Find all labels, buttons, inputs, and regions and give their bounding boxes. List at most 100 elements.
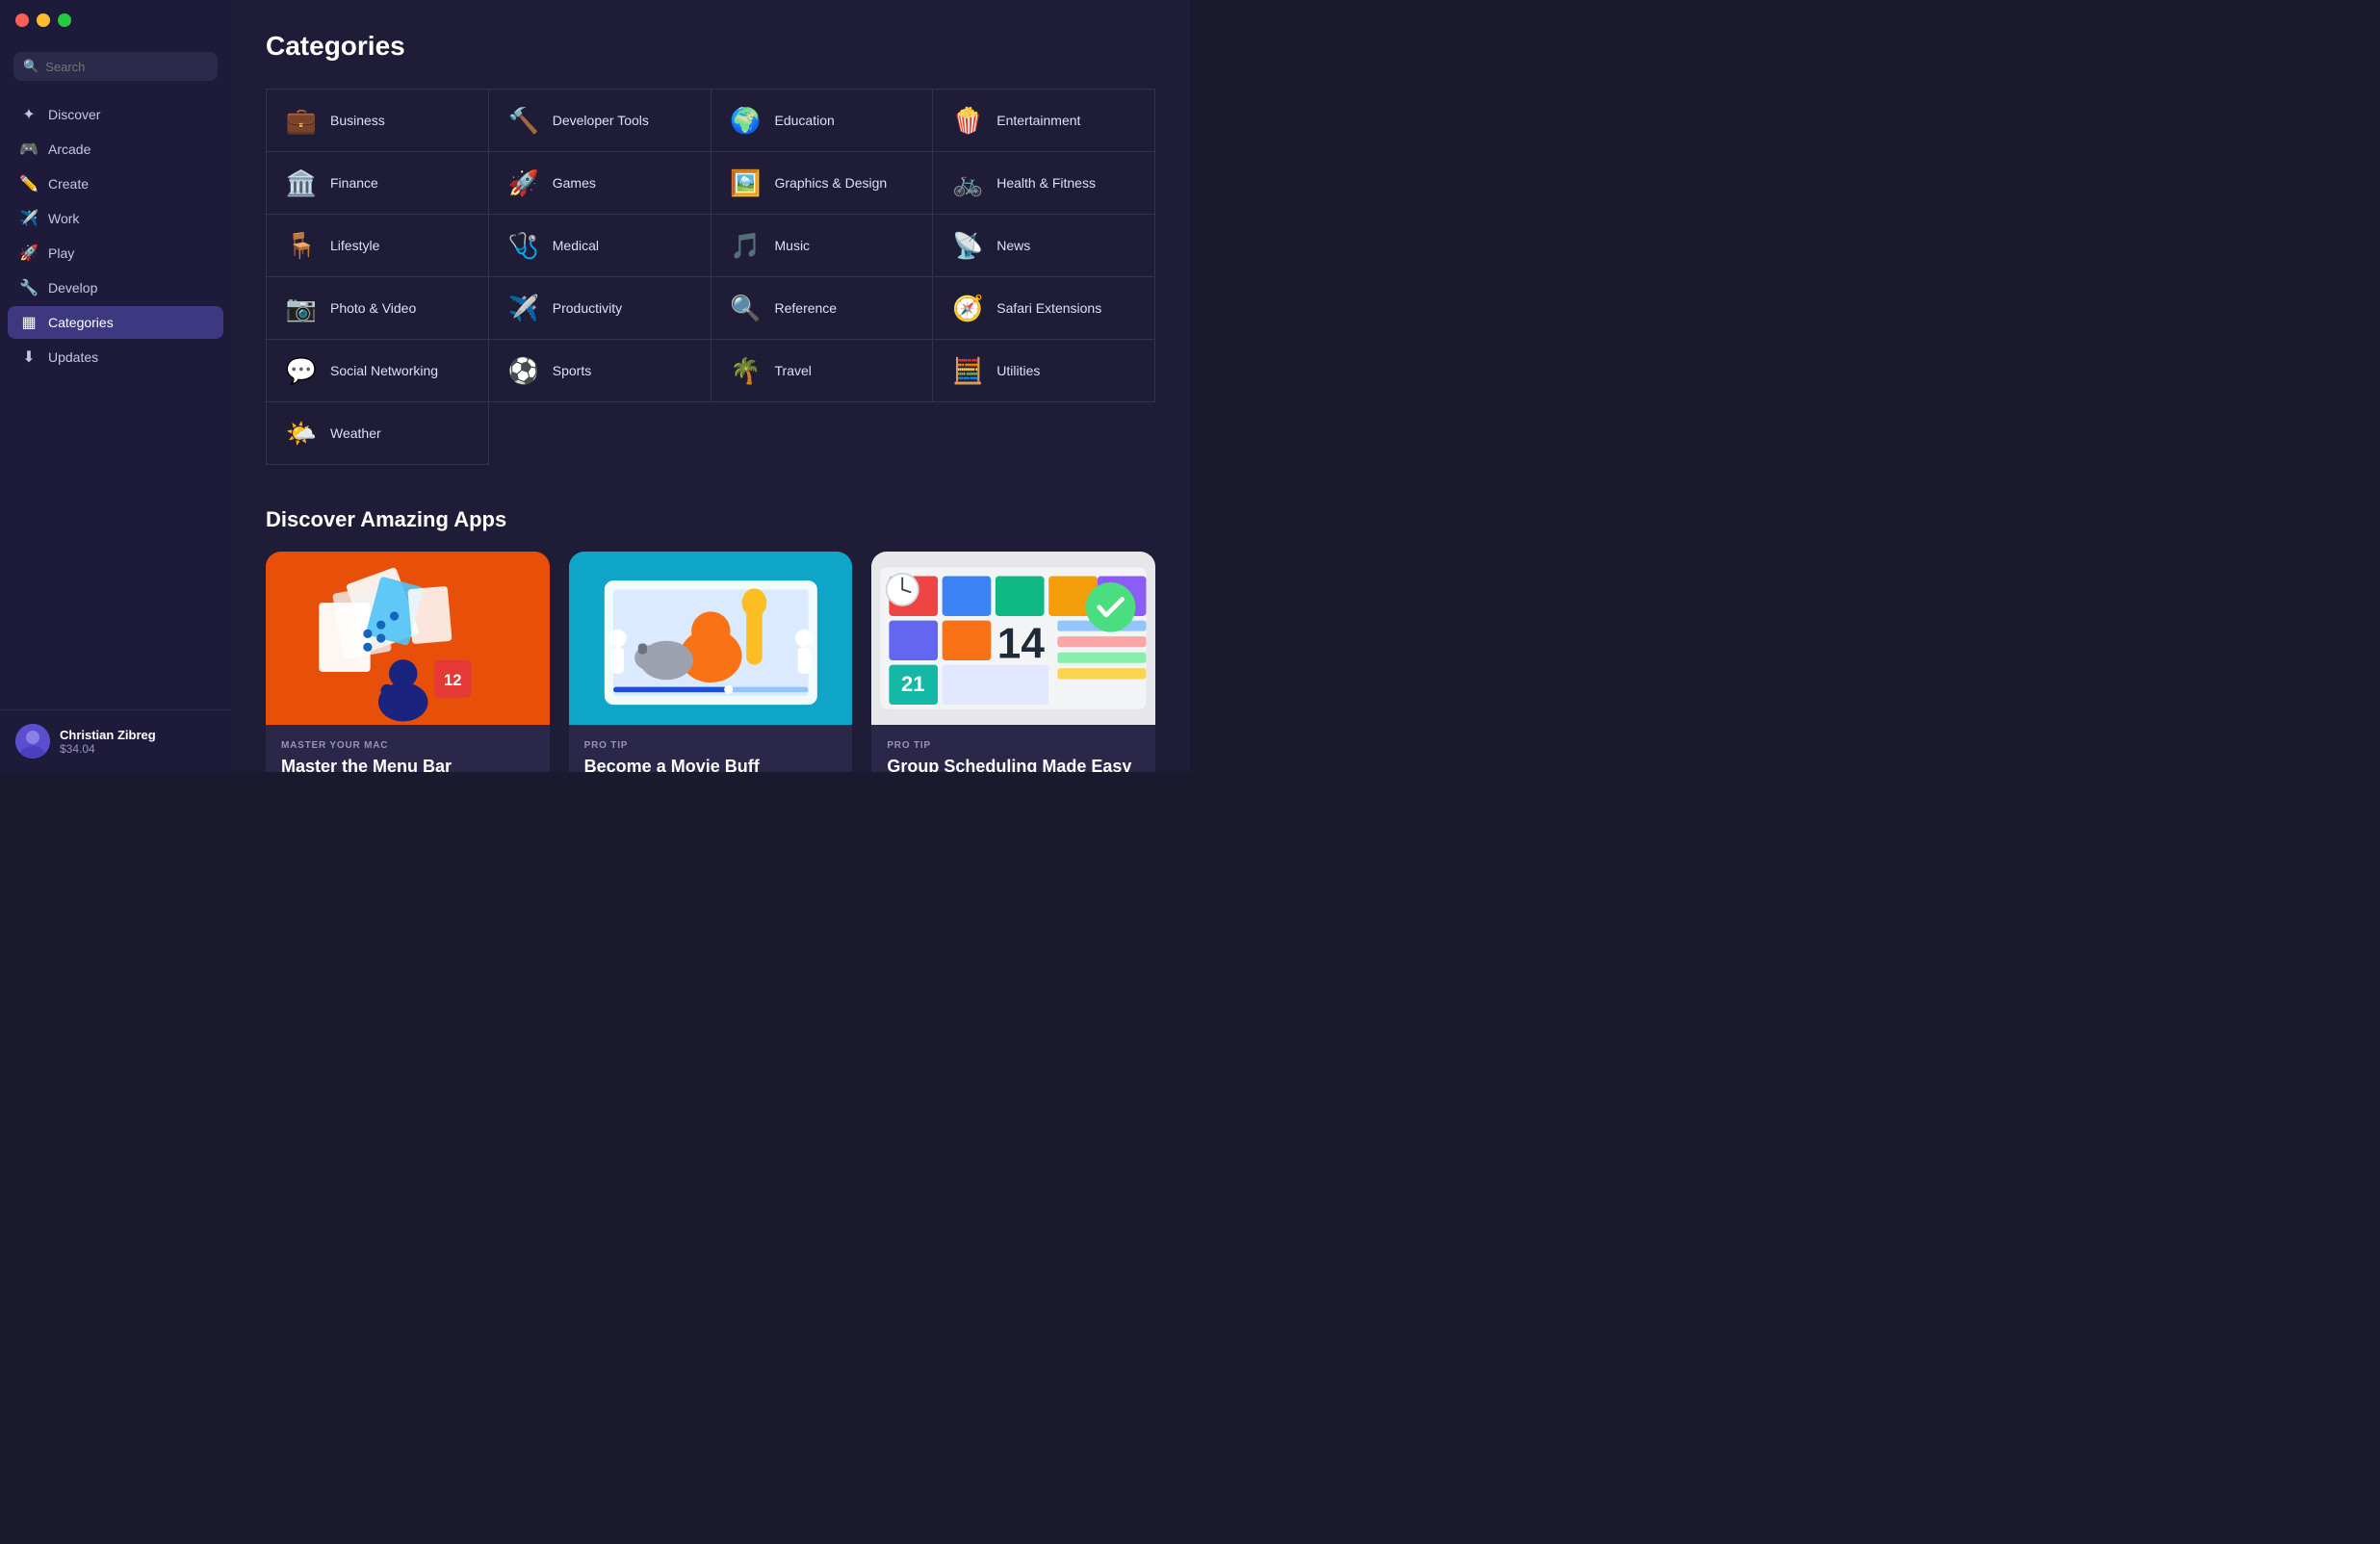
photo-video-icon: 📷: [284, 291, 319, 325]
utilities-icon: 🧮: [950, 353, 985, 388]
category-label-music: Music: [775, 238, 811, 253]
maximize-button[interactable]: [58, 13, 71, 27]
category-weather[interactable]: 🌤️ Weather: [267, 402, 489, 465]
categories-grid: 💼 Business 🔨Developer Tools🌍Education 🍿 Ente…: [266, 89, 1155, 465]
travel-icon: 🌴: [729, 353, 763, 388]
category-social-networking[interactable]: 💬Social Networking: [267, 340, 489, 402]
sports-icon: ⚽: [506, 353, 541, 388]
category-games[interactable]: 🚀 Games: [489, 152, 711, 215]
category-label-lifestyle: Lifestyle: [330, 238, 379, 253]
category-safari-extensions[interactable]: 🧭Safari Extensions: [933, 277, 1155, 340]
entertainment-icon: 🍿: [950, 103, 985, 138]
sidebar-item-updates[interactable]: ⬇ Updates: [8, 341, 223, 373]
user-info: Christian Zibreg $34.04: [60, 728, 156, 756]
weather-icon: 🌤️: [284, 416, 319, 450]
updates-icon: ⬇: [19, 347, 39, 367]
sidebar-label-categories: Categories: [48, 315, 114, 330]
category-label-sports: Sports: [553, 363, 591, 378]
search-box[interactable]: 🔍: [13, 52, 218, 81]
category-label-business: Business: [330, 113, 385, 128]
category-developer-tools[interactable]: 🔨Developer Tools: [489, 90, 711, 152]
category-finance[interactable]: 🏛️ Finance: [267, 152, 489, 215]
sidebar-label-create: Create: [48, 176, 89, 192]
sidebar-label-updates: Updates: [48, 349, 98, 365]
news-icon: 📡: [950, 228, 985, 263]
sidebar-item-play[interactable]: 🚀Play: [8, 237, 223, 270]
health-fitness-icon: 🚲: [950, 166, 985, 200]
education-icon: 🌍: [729, 103, 763, 138]
sidebar: 🔍 ✦ Discover 🎮Arcade ✏️ Create ✈️ Work 🚀Play🔧De…: [0, 0, 231, 772]
main-content: Categories 💼 Business 🔨Developer Tools🌍Edu…: [231, 0, 1190, 772]
app-card-movie-buff[interactable]: PRO TIPBecome a Movie BuffTurn on the tr…: [569, 552, 853, 772]
card-headline-group-scheduling: Group Scheduling Made Easy: [887, 756, 1140, 772]
sidebar-nav: ✦ Discover 🎮Arcade ✏️ Create ✈️ Work 🚀Play🔧Deve…: [0, 98, 231, 373]
category-label-finance: Finance: [330, 175, 378, 191]
create-icon: ✏️: [19, 174, 39, 193]
category-label-reference: Reference: [775, 300, 838, 316]
sidebar-label-discover: Discover: [48, 107, 100, 122]
cards-grid: 12 MASTER YOUR MACMaster the Menu BarBe …: [266, 552, 1155, 772]
category-reference[interactable]: 🔍 Reference: [711, 277, 934, 340]
sidebar-item-create[interactable]: ✏️ Create: [8, 167, 223, 200]
card-image-movie-buff: [569, 552, 853, 725]
games-icon: 🚀: [506, 166, 541, 200]
category-label-entertainment: Entertainment: [996, 113, 1080, 128]
category-lifestyle[interactable]: 🪑 Lifestyle: [267, 215, 489, 277]
reference-icon: 🔍: [729, 291, 763, 325]
category-sports[interactable]: ⚽ Sports: [489, 340, 711, 402]
card-headline-movie-buff: Become a Movie Buff: [584, 756, 838, 772]
category-news[interactable]: 📡News: [933, 215, 1155, 277]
category-productivity[interactable]: ✈️Productivity: [489, 277, 711, 340]
graphics-design-icon: 🖼️: [729, 166, 763, 200]
card-body-master-menu-bar: MASTER YOUR MACMaster the Menu BarBe mor…: [266, 725, 550, 772]
card-image-master-menu-bar: 12: [266, 552, 550, 725]
finance-icon: 🏛️: [284, 166, 319, 200]
sidebar-item-discover[interactable]: ✦ Discover: [8, 98, 223, 131]
search-input[interactable]: [45, 60, 208, 74]
category-utilities[interactable]: 🧮 Utilities: [933, 340, 1155, 402]
business-icon: 💼: [284, 103, 319, 138]
app-card-master-menu-bar[interactable]: 12 MASTER YOUR MACMaster the Menu BarBe …: [266, 552, 550, 772]
work-icon: ✈️: [19, 209, 39, 228]
sidebar-label-develop: Develop: [48, 280, 97, 296]
title-bar: [15, 13, 71, 27]
categories-icon: ▦: [19, 313, 39, 332]
sidebar-item-arcade[interactable]: 🎮Arcade: [8, 133, 223, 166]
category-business[interactable]: 💼 Business: [267, 90, 489, 152]
sidebar-item-categories[interactable]: ▦ Categories: [8, 306, 223, 339]
category-label-weather: Weather: [330, 425, 381, 441]
category-graphics-design[interactable]: 🖼️Graphics & Design: [711, 152, 934, 215]
medical-icon: 🩺: [506, 228, 541, 263]
card-tag-group-scheduling: PRO TIP: [887, 740, 1140, 751]
user-amount: $34.04: [60, 742, 156, 756]
developer-tools-icon: 🔨: [506, 103, 541, 138]
sidebar-label-work: Work: [48, 211, 79, 226]
category-label-games: Games: [553, 175, 596, 191]
category-entertainment[interactable]: 🍿 Entertainment: [933, 90, 1155, 152]
svg-text:14: 14: [997, 620, 1046, 667]
category-label-medical: Medical: [553, 238, 599, 253]
category-label-utilities: Utilities: [996, 363, 1040, 378]
minimize-button[interactable]: [37, 13, 50, 27]
app-card-group-scheduling[interactable]: 14 21 PRO TIPGroup Scheduling Made EasyF…: [871, 552, 1155, 772]
close-button[interactable]: [15, 13, 29, 27]
play-icon: 🚀: [19, 244, 39, 263]
category-medical[interactable]: 🩺 Medical: [489, 215, 711, 277]
search-icon: 🔍: [23, 59, 39, 74]
card-body-group-scheduling: PRO TIPGroup Scheduling Made EasyFantast…: [871, 725, 1155, 772]
sidebar-item-work[interactable]: ✈️ Work: [8, 202, 223, 235]
svg-text:12: 12: [444, 671, 461, 689]
category-travel[interactable]: 🌴 Travel: [711, 340, 934, 402]
category-education[interactable]: 🌍Education: [711, 90, 934, 152]
card-tag-master-menu-bar: MASTER YOUR MAC: [281, 740, 534, 751]
discover-icon: ✦: [19, 105, 39, 124]
category-photo-video[interactable]: 📷Photo & Video: [267, 277, 489, 340]
safari-extensions-icon: 🧭: [950, 291, 985, 325]
category-label-travel: Travel: [775, 363, 812, 378]
page-title: Categories: [266, 31, 1155, 62]
category-health-fitness[interactable]: 🚲Health & Fitness: [933, 152, 1155, 215]
sidebar-item-develop[interactable]: 🔧Develop: [8, 271, 223, 304]
lifestyle-icon: 🪑: [284, 228, 319, 263]
category-music[interactable]: 🎵Music: [711, 215, 934, 277]
user-area: Christian Zibreg $34.04: [0, 709, 231, 772]
